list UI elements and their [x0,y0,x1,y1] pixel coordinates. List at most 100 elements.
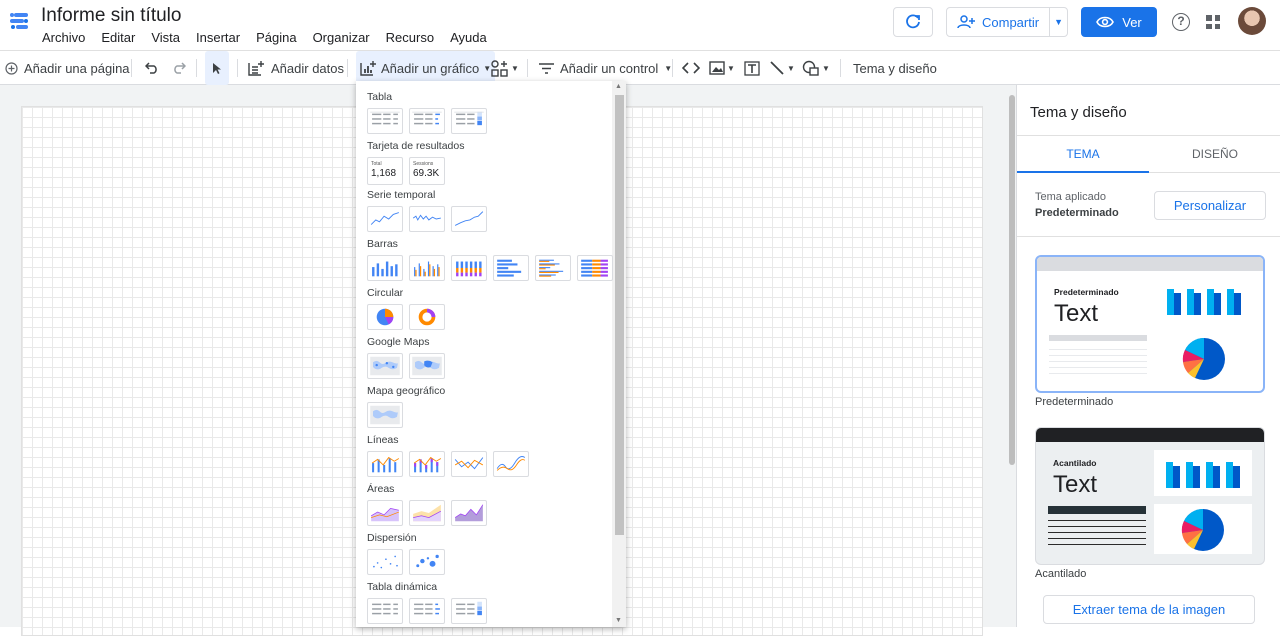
menu-vista[interactable]: Vista [143,30,188,46]
theme-layout-button[interactable]: Tema y diseño [853,51,937,85]
extract-theme-button[interactable]: Extraer tema de la imagen [1043,595,1255,624]
add-control-button[interactable]: Añadir un control ▼ [539,51,672,85]
user-avatar[interactable] [1238,7,1266,35]
chart-option-lines[interactable] [493,451,529,477]
add-chart-label: Añadir un gráfico [381,60,480,76]
chart-option-bars[interactable] [493,255,529,281]
add-data-button[interactable]: Añadir datos [247,51,344,85]
line-button[interactable]: ▼ [769,51,795,85]
chart-section-title: Google Maps [367,336,430,348]
tab-theme[interactable]: TEMA [1017,136,1149,173]
menu-recurso[interactable]: Recurso [378,30,442,46]
menu-organizar[interactable]: Organizar [305,30,378,46]
add-page-button[interactable]: Añadir una página [5,51,130,85]
chart-thumbnail-row [367,500,487,526]
menu-ayuda[interactable]: Ayuda [442,30,495,46]
chart-option-timeseries[interactable] [367,206,403,232]
apps-grid-icon[interactable] [1206,15,1220,29]
data-studio-logo[interactable] [8,10,30,32]
chart-section-timeseries: Serie temporal [367,189,487,232]
chart-option-areas[interactable] [409,500,445,526]
add-chart-button[interactable]: Añadir un gráfico ▼ [356,51,496,85]
redo-button[interactable] [172,51,186,85]
community-viz-button[interactable]: ▼ [491,51,519,85]
menu-editar[interactable]: Editar [93,30,143,46]
chart-option-pivot[interactable] [409,598,445,624]
chart-option-scorecard[interactable]: Sessions 69.3K [409,157,445,185]
chart-option-bars[interactable] [409,255,445,281]
text-button[interactable] [744,51,760,85]
chart-menu-scrollbar-thumb[interactable] [615,95,624,535]
chart-option-areas[interactable] [451,500,487,526]
scorecard-metric-label: Total [371,161,382,167]
refresh-icon [906,14,920,29]
menu-insertar[interactable]: Insertar [188,30,248,46]
components-icon [491,59,508,77]
chart-option-scorecard[interactable]: Total 1,168 [367,157,403,185]
menu-pagina[interactable]: Página [248,30,304,46]
chart-option-pivot[interactable] [451,598,487,624]
chart-section-pivot: Tabla dinámica [367,581,487,624]
chart-option-pie[interactable] [367,304,403,330]
chart-option-areas[interactable] [367,500,403,526]
toolbar-divider [196,59,197,77]
toolbar-divider [131,59,132,77]
chart-option-lines[interactable] [367,451,403,477]
theme-card-acantilado[interactable]: Acantilado Text [1035,427,1265,565]
scorecard-metric-value: 1,168 [371,168,397,179]
chart-option-bars[interactable] [577,255,613,281]
menu-archivo[interactable]: Archivo [34,30,93,46]
canvas-scrollbar-thumb[interactable] [1009,95,1015,465]
add-page-label: Añadir una página [24,60,130,76]
scroll-up-arrow-icon[interactable]: ▲ [615,83,622,90]
embed-url-button[interactable] [682,51,700,85]
chart-menu-scrollbar[interactable]: ▲ ▼ [612,81,626,627]
chart-option-gmap[interactable] [409,353,445,379]
share-button[interactable]: Compartir ▼ [946,7,1068,37]
add-data-label: Añadir datos [271,60,344,76]
chart-section-areas: Áreas [367,483,487,526]
chart-option-pivot[interactable] [367,598,403,624]
share-options-caret-icon[interactable]: ▼ [1050,17,1067,27]
chart-option-bars[interactable] [367,255,403,281]
chart-option-table[interactable] [367,108,403,134]
shape-button[interactable]: ▼ [802,51,830,85]
scorecard-metric-label: Sessions [413,161,434,167]
customize-button[interactable]: Personalizar [1154,191,1266,220]
applied-theme-value: Predeterminado [1035,207,1119,219]
view-label: Ver [1122,14,1142,30]
view-button[interactable]: Ver [1081,7,1157,37]
theme-name: Acantilado [1035,568,1087,580]
chart-option-gmap[interactable] [367,353,403,379]
chart-option-timeseries[interactable] [409,206,445,232]
chart-option-lines[interactable] [409,451,445,477]
chart-thumbnail-row [367,304,445,330]
chart-option-scatter[interactable] [409,549,445,575]
scroll-down-arrow-icon[interactable]: ▼ [615,617,622,624]
image-button[interactable]: ▼ [709,51,735,85]
panel-tabs: TEMA DISEÑO [1017,135,1280,173]
refresh-button[interactable] [893,7,933,37]
undo-button[interactable] [145,51,159,85]
chart-thumbnail-row [367,255,613,281]
canvas-scrollbar[interactable] [1008,85,1016,627]
chart-section-lines: Líneas [367,434,529,477]
chart-option-table[interactable] [451,108,487,134]
chart-option-timeseries[interactable] [451,206,487,232]
components-caret-icon: ▼ [511,63,519,73]
chart-option-bars[interactable] [535,255,571,281]
chart-option-pie[interactable] [409,304,445,330]
chart-option-table[interactable] [409,108,445,134]
chart-option-bars[interactable] [451,255,487,281]
select-tool-button[interactable] [205,51,229,85]
help-icon[interactable]: ? [1172,13,1190,31]
theme-card-predeterminado[interactable]: Predeterminado Text [1035,255,1265,393]
image-caret-icon: ▼ [727,63,735,73]
chart-option-geo[interactable] [367,402,403,428]
report-title[interactable]: Informe sin título [41,5,181,27]
chart-option-scatter[interactable] [367,549,403,575]
add-circle-icon [5,61,18,75]
tab-layout[interactable]: DISEÑO [1149,136,1280,173]
theme-card-header [1036,428,1264,442]
chart-option-lines[interactable] [451,451,487,477]
